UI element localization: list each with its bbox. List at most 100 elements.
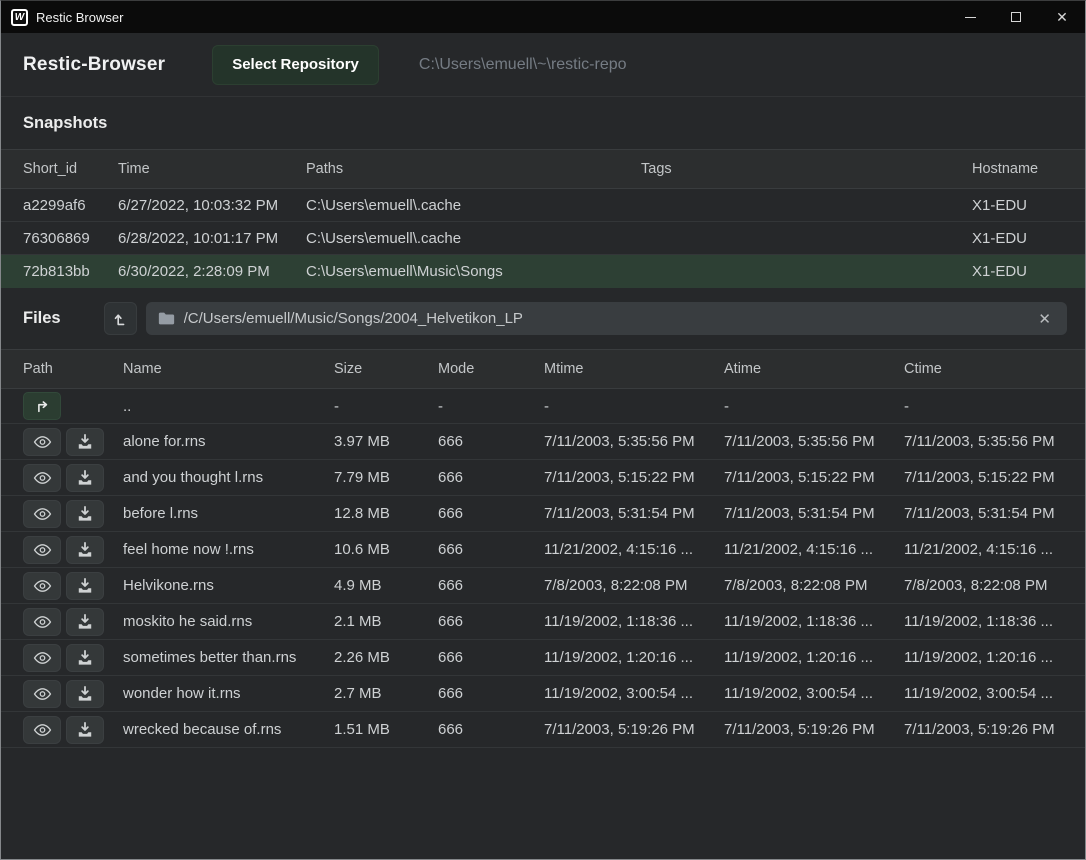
col-header-mtime: Mtime xyxy=(544,361,724,377)
clear-path-icon[interactable]: ✕ xyxy=(1034,310,1055,328)
path-up-button[interactable] xyxy=(104,302,137,335)
file-row[interactable]: Helvikone.rns 4.9 MB 666 7/8/2003, 8:22:… xyxy=(1,568,1085,604)
file-mode: 666 xyxy=(438,541,544,558)
snapshot-paths: C:\Users\emuell\Music\Songs xyxy=(306,263,641,280)
file-size: 3.97 MB xyxy=(334,433,438,450)
col-header-name: Name xyxy=(123,361,334,377)
snapshot-row[interactable]: 76306869 6/28/2022, 10:01:17 PM C:\Users… xyxy=(1,222,1085,255)
file-name: moskito he said.rns xyxy=(123,613,334,630)
download-icon xyxy=(77,470,93,486)
snapshot-row-selected[interactable]: 72b813bb 6/30/2022, 2:28:09 PM C:\Users\… xyxy=(1,255,1085,288)
download-file-button[interactable] xyxy=(66,644,104,672)
eye-icon xyxy=(33,687,52,701)
col-header-ctime: Ctime xyxy=(904,361,1065,377)
download-icon xyxy=(77,434,93,450)
file-row[interactable]: alone for.rns 3.97 MB 666 7/11/2003, 5:3… xyxy=(1,424,1085,460)
view-file-button[interactable] xyxy=(23,428,61,456)
view-file-button[interactable] xyxy=(23,464,61,492)
file-mtime: 7/11/2003, 5:19:26 PM xyxy=(544,721,724,738)
download-file-button[interactable] xyxy=(66,608,104,636)
window-title: Restic Browser xyxy=(36,10,123,25)
download-file-button[interactable] xyxy=(66,680,104,708)
file-row[interactable]: feel home now !.rns 10.6 MB 666 11/21/20… xyxy=(1,532,1085,568)
download-file-button[interactable] xyxy=(66,464,104,492)
titlebar: W Restic Browser ✕ xyxy=(1,1,1085,33)
file-atime: 11/19/2002, 3:00:54 ... xyxy=(724,685,904,702)
view-file-button[interactable] xyxy=(23,572,61,600)
download-file-button[interactable] xyxy=(66,428,104,456)
eye-icon xyxy=(33,507,52,521)
file-atime: 7/11/2003, 5:35:56 PM xyxy=(724,433,904,450)
maximize-button[interactable] xyxy=(993,1,1039,33)
snapshot-time: 6/28/2022, 10:01:17 PM xyxy=(118,230,306,247)
close-icon: ✕ xyxy=(1056,10,1068,24)
file-row[interactable]: wonder how it.rns 2.7 MB 666 11/19/2002,… xyxy=(1,676,1085,712)
file-mtime: 7/11/2003, 5:31:54 PM xyxy=(544,505,724,522)
view-file-button[interactable] xyxy=(23,608,61,636)
view-file-button[interactable] xyxy=(23,680,61,708)
snapshots-table-header: Short_id Time Paths Tags Hostname xyxy=(1,149,1085,189)
file-mtime: 7/11/2003, 5:15:22 PM xyxy=(544,469,724,486)
files-path-value: /C/Users/emuell/Music/Songs/2004_Helveti… xyxy=(184,310,1035,327)
minimize-button[interactable] xyxy=(947,1,993,33)
files-title: Files xyxy=(23,309,61,328)
file-row[interactable]: wrecked because of.rns 1.51 MB 666 7/11/… xyxy=(1,712,1085,748)
snapshot-paths: C:\Users\emuell\.cache xyxy=(306,230,641,247)
file-row[interactable]: sometimes better than.rns 2.26 MB 666 11… xyxy=(1,640,1085,676)
file-ctime: 7/11/2003, 5:35:56 PM xyxy=(904,433,1065,450)
snapshot-row[interactable]: a2299af6 6/27/2022, 10:03:32 PM C:\Users… xyxy=(1,189,1085,222)
view-file-button[interactable] xyxy=(23,716,61,744)
file-row[interactable]: and you thought l.rns 7.79 MB 666 7/11/2… xyxy=(1,460,1085,496)
download-file-button[interactable] xyxy=(66,536,104,564)
file-size: 1.51 MB xyxy=(334,721,438,738)
col-header-path: Path xyxy=(23,361,123,377)
file-atime: 7/11/2003, 5:31:54 PM xyxy=(724,505,904,522)
parent-dir-row[interactable]: .. - - - - - xyxy=(1,389,1085,424)
snapshot-paths: C:\Users\emuell\.cache xyxy=(306,197,641,214)
app-title: Restic-Browser xyxy=(23,54,165,76)
view-file-button[interactable] xyxy=(23,536,61,564)
file-mtime: - xyxy=(544,398,724,415)
file-mode: 666 xyxy=(438,649,544,666)
file-atime: 7/8/2003, 8:22:08 PM xyxy=(724,577,904,594)
download-file-button[interactable] xyxy=(66,572,104,600)
file-mtime: 7/8/2003, 8:22:08 PM xyxy=(544,577,724,594)
snapshot-hostname: X1-EDU xyxy=(972,197,1065,214)
file-mode: 666 xyxy=(438,433,544,450)
file-name: and you thought l.rns xyxy=(123,469,334,486)
file-mode: 666 xyxy=(438,685,544,702)
minimize-icon xyxy=(965,17,976,18)
view-file-button[interactable] xyxy=(23,500,61,528)
file-name: feel home now !.rns xyxy=(123,541,334,558)
download-icon xyxy=(77,578,93,594)
file-name: .. xyxy=(123,398,334,415)
file-row[interactable]: before l.rns 12.8 MB 666 7/11/2003, 5:31… xyxy=(1,496,1085,532)
download-icon xyxy=(77,614,93,630)
up-right-arrow-icon xyxy=(33,398,51,414)
file-atime: - xyxy=(724,398,904,415)
eye-icon xyxy=(33,471,52,485)
files-toolbar: Files /C/Users/emuell/Music/Songs/2004_H… xyxy=(1,288,1085,349)
eye-icon xyxy=(33,435,52,449)
eye-icon xyxy=(33,579,52,593)
eye-icon xyxy=(33,615,52,629)
file-atime: 7/11/2003, 5:19:26 PM xyxy=(724,721,904,738)
file-size: - xyxy=(334,398,438,415)
file-size: 2.26 MB xyxy=(334,649,438,666)
view-file-button[interactable] xyxy=(23,644,61,672)
file-row[interactable]: moskito he said.rns 2.1 MB 666 11/19/200… xyxy=(1,604,1085,640)
file-ctime: 7/8/2003, 8:22:08 PM xyxy=(904,577,1065,594)
file-mtime: 11/19/2002, 3:00:54 ... xyxy=(544,685,724,702)
download-file-button[interactable] xyxy=(66,500,104,528)
folder-icon xyxy=(158,311,175,326)
file-mtime: 11/19/2002, 1:20:16 ... xyxy=(544,649,724,666)
close-button[interactable]: ✕ xyxy=(1039,1,1085,33)
app-logo-icon: W xyxy=(11,9,28,26)
go-parent-button[interactable] xyxy=(23,392,61,420)
file-mtime: 11/19/2002, 1:18:36 ... xyxy=(544,613,724,630)
file-ctime: 11/19/2002, 1:18:36 ... xyxy=(904,613,1065,630)
download-file-button[interactable] xyxy=(66,716,104,744)
file-ctime: 11/19/2002, 3:00:54 ... xyxy=(904,685,1065,702)
files-path-input[interactable]: /C/Users/emuell/Music/Songs/2004_Helveti… xyxy=(146,302,1067,335)
select-repository-button[interactable]: Select Repository xyxy=(212,45,379,85)
